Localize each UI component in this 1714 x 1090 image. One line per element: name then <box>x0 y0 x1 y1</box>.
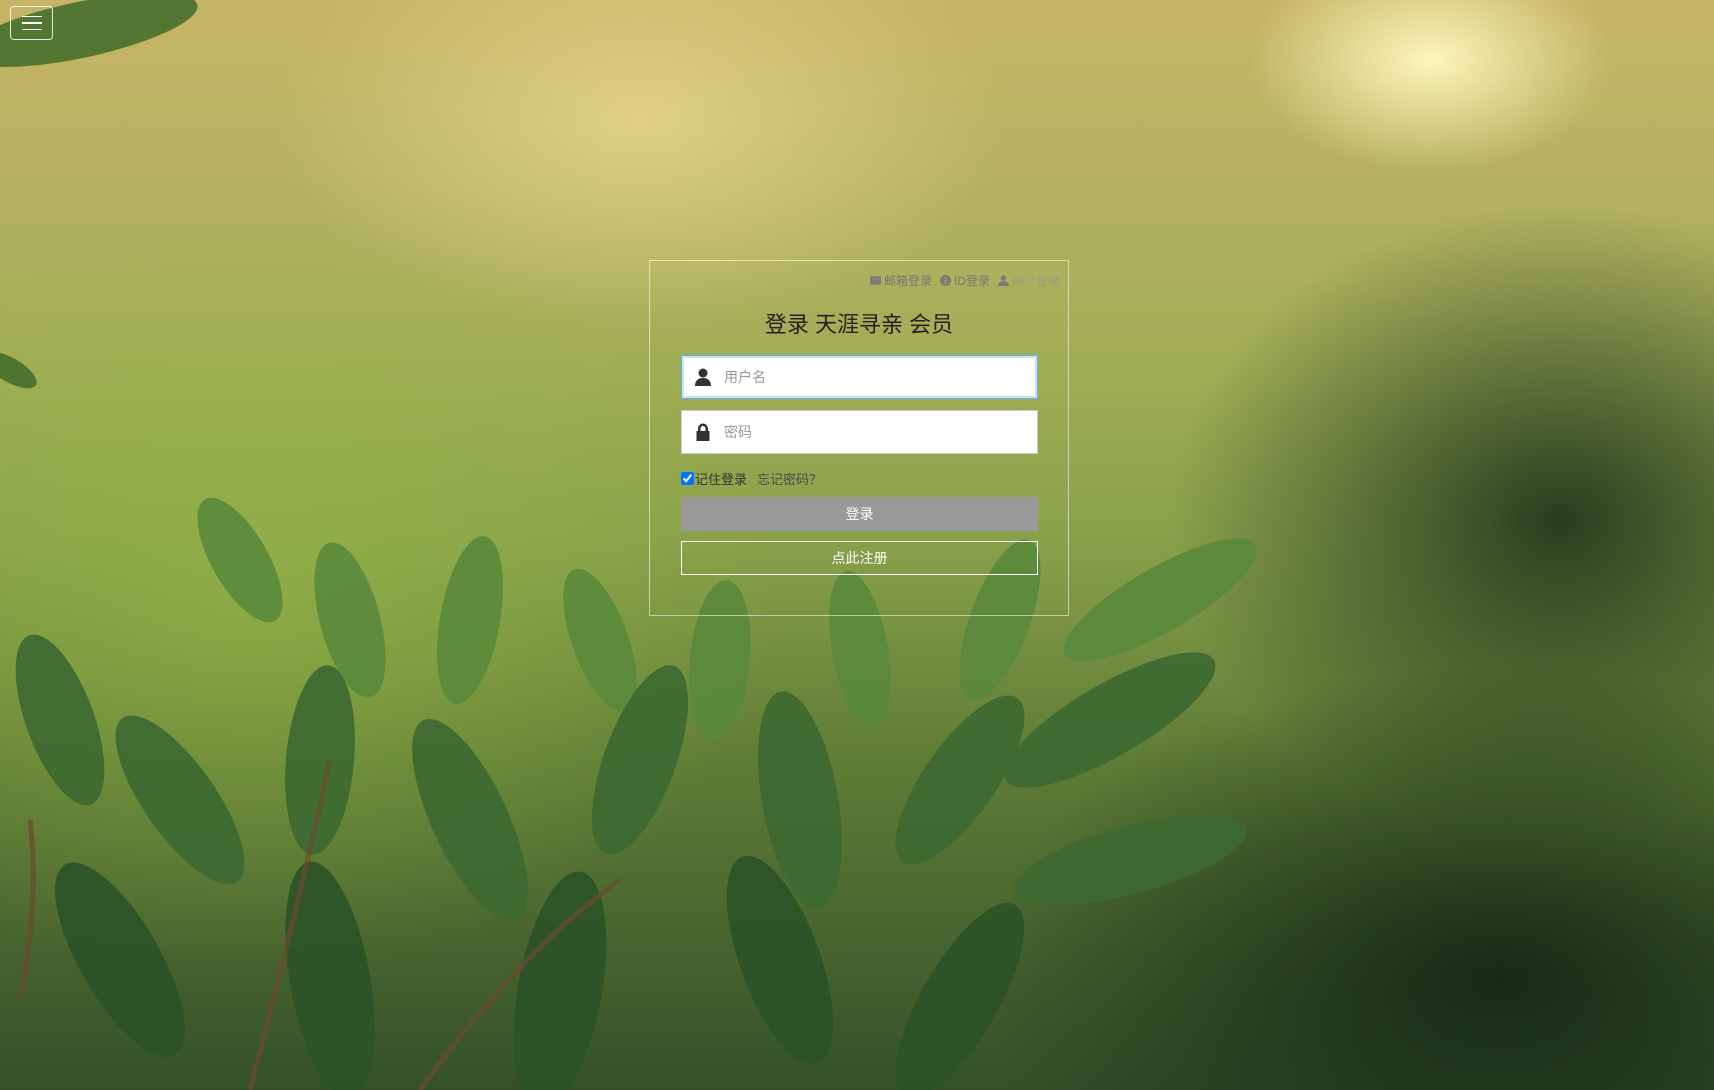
lock-icon <box>682 423 724 441</box>
tab-id-login-label: ID登录 <box>953 274 990 288</box>
user-icon <box>682 368 724 386</box>
remember-checkbox[interactable] <box>681 472 694 485</box>
tab-user-login[interactable]: 用户登录 <box>997 272 1060 289</box>
tab-email-login-label: 邮箱登录 <box>883 274 932 288</box>
username-input[interactable] <box>724 356 1037 398</box>
login-panel: 邮箱登录 ID登录 用户登录 登录 天涯寻亲 会员 记住登录 忘记密码？ 登录 … <box>649 260 1069 616</box>
tab-email-login[interactable]: 邮箱登录 <box>869 272 932 289</box>
user-icon <box>997 275 1009 286</box>
password-field[interactable] <box>681 410 1038 454</box>
forgot-password-link[interactable]: 忘记密码？ <box>757 469 822 488</box>
hamburger-menu-icon[interactable] <box>10 6 53 40</box>
envelope-icon <box>869 276 881 285</box>
password-input[interactable] <box>724 411 1037 453</box>
remember-row: 记住登录 忘记密码？ <box>681 469 822 488</box>
login-title: 登录 天涯寻亲 会员 <box>764 312 954 337</box>
username-field[interactable] <box>681 355 1038 399</box>
tab-user-login-label: 用户登录 <box>1011 274 1060 288</box>
register-button[interactable]: 点此注册 <box>681 541 1038 575</box>
info-circle-icon <box>939 275 951 286</box>
remember-label: 记住登录 <box>695 472 748 487</box>
login-method-tabs: 邮箱登录 ID登录 用户登录 <box>869 272 1060 289</box>
tab-id-login[interactable]: ID登录 <box>939 272 990 289</box>
login-button[interactable]: 登录 <box>681 497 1038 531</box>
